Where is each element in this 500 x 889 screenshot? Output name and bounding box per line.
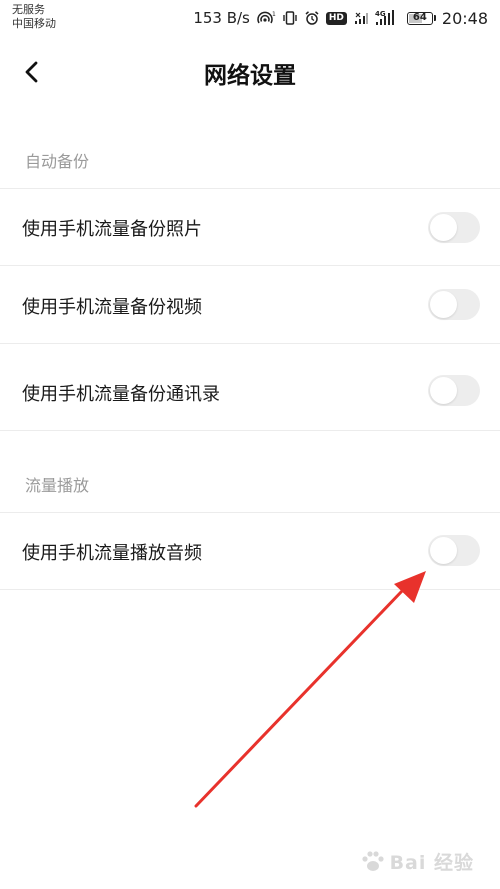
divider: [0, 430, 500, 431]
annotation-arrow: [194, 571, 426, 808]
baidu-jingyan-watermark: Bai 经验: [360, 848, 474, 875]
signal-icon: 4G: [375, 9, 401, 27]
navigation-bar: 网络设置: [0, 36, 500, 106]
carrier-info: 无服务 中国移动: [12, 3, 56, 31]
battery-level: 64: [412, 11, 427, 23]
carrier-line-1: 无服务: [12, 3, 45, 16]
section-header-data-playback: 流量播放: [25, 476, 90, 495]
hotspot-icon: 1: [256, 10, 276, 26]
backup-videos-toggle[interactable]: [428, 289, 480, 320]
setting-row-backup-photos: 使用手机流量备份照片: [0, 189, 500, 265]
status-icons: 153 B/s 1 HD 4G 64 20:48: [193, 8, 488, 28]
setting-label: 使用手机流量播放音频: [22, 543, 202, 564]
clock: 20:48: [441, 8, 488, 28]
svg-text:1: 1: [272, 11, 276, 18]
page-title: 网络设置: [204, 63, 296, 89]
setting-label: 使用手机流量备份视频: [22, 297, 202, 318]
alarm-icon: [304, 10, 320, 26]
toggle-knob: [430, 377, 457, 404]
toggle-knob: [430, 214, 457, 241]
section-header-auto-backup: 自动备份: [25, 152, 90, 171]
vibrate-icon: [282, 10, 298, 26]
watermark-text: Bai 经验: [389, 852, 474, 874]
setting-row-backup-contacts: 使用手机流量备份通讯录: [0, 344, 500, 430]
battery-icon: 64: [406, 11, 433, 25]
setting-label: 使用手机流量备份通讯录: [22, 384, 220, 405]
network-speed: 153 B/s: [193, 9, 250, 27]
paw-logo-icon: [361, 850, 384, 871]
backup-contacts-toggle[interactable]: [428, 375, 480, 406]
toggle-knob: [430, 537, 457, 564]
divider: [0, 589, 500, 590]
setting-row-play-audio: 使用手机流量播放音频: [0, 513, 500, 589]
play-audio-toggle[interactable]: [428, 535, 480, 566]
status-bar: 无服务 中国移动 153 B/s 1 HD 4G 64 20:48: [0, 0, 500, 36]
setting-row-backup-videos: 使用手机流量备份视频: [0, 266, 500, 342]
setting-label: 使用手机流量备份照片: [22, 219, 202, 240]
carrier-line-2: 中国移动: [12, 17, 56, 30]
battery-tip: [433, 15, 436, 21]
wifi-off-icon: [353, 10, 369, 26]
backup-photos-toggle[interactable]: [428, 212, 480, 243]
hd-badge: HD: [325, 11, 347, 25]
toggle-knob: [430, 291, 457, 318]
